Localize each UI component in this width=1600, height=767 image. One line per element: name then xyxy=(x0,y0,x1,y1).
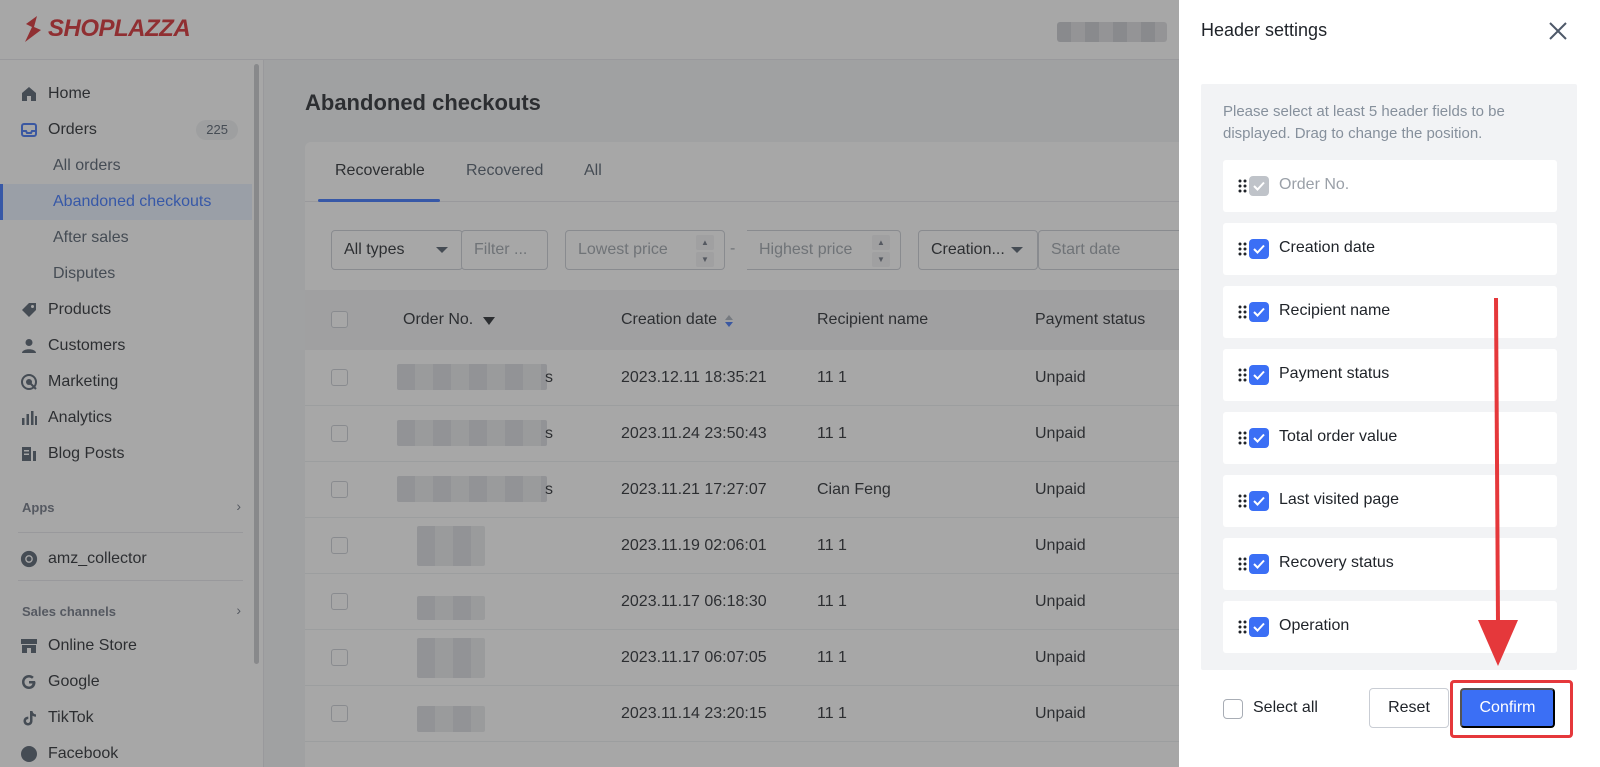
field-label: Recovery status xyxy=(1279,554,1394,571)
check-icon xyxy=(1253,559,1265,569)
annotation-highlight-box xyxy=(1450,680,1573,738)
check-icon xyxy=(1253,244,1265,254)
field-checkbox[interactable] xyxy=(1249,302,1269,322)
check-icon xyxy=(1253,307,1265,317)
field-label: Operation xyxy=(1279,617,1350,634)
drag-handle-icon[interactable] xyxy=(1238,431,1247,445)
field-label: Total order value xyxy=(1279,428,1398,445)
field-checkbox xyxy=(1249,176,1269,196)
check-icon xyxy=(1253,433,1265,443)
check-icon xyxy=(1253,181,1265,191)
drag-handle-icon[interactable] xyxy=(1238,494,1247,508)
field-checkbox[interactable] xyxy=(1249,491,1269,511)
drag-handle-icon[interactable] xyxy=(1238,620,1247,634)
field-label: Recipient name xyxy=(1279,302,1391,319)
reset-button[interactable]: Reset xyxy=(1369,688,1449,728)
modal-overlay[interactable] xyxy=(0,0,1179,767)
drag-handle-icon[interactable] xyxy=(1238,557,1247,571)
field-label: Creation date xyxy=(1279,239,1376,256)
drawer-hint: Please select at least 5 header fields t… xyxy=(1223,103,1505,142)
field-label: Last visited page xyxy=(1279,491,1400,508)
check-icon xyxy=(1253,496,1265,506)
check-icon xyxy=(1253,370,1265,380)
header-field-item[interactable]: Creation date xyxy=(1223,223,1557,275)
drag-handle-icon[interactable] xyxy=(1238,368,1247,382)
drag-handle-icon[interactable] xyxy=(1238,305,1247,319)
field-checkbox[interactable] xyxy=(1249,239,1269,259)
annotation-arrow xyxy=(1478,298,1518,666)
field-label: Order No. xyxy=(1279,176,1350,193)
field-checkbox[interactable] xyxy=(1249,617,1269,637)
header-field-item[interactable]: Order No. xyxy=(1223,160,1557,212)
check-icon xyxy=(1253,622,1265,632)
drag-handle-icon[interactable] xyxy=(1238,179,1247,193)
drag-handle-icon[interactable] xyxy=(1238,242,1247,256)
close-icon[interactable] xyxy=(1543,16,1573,46)
field-checkbox[interactable] xyxy=(1249,365,1269,385)
field-checkbox[interactable] xyxy=(1249,428,1269,448)
header-settings-drawer: Header settings Please select at least 5… xyxy=(1179,0,1600,767)
select-all-checkbox[interactable] xyxy=(1223,699,1243,719)
field-label: Payment status xyxy=(1279,365,1390,382)
field-checkbox[interactable] xyxy=(1249,554,1269,574)
select-all-label[interactable]: Select all xyxy=(1253,699,1318,717)
drawer-title: Header settings xyxy=(1201,20,1328,40)
